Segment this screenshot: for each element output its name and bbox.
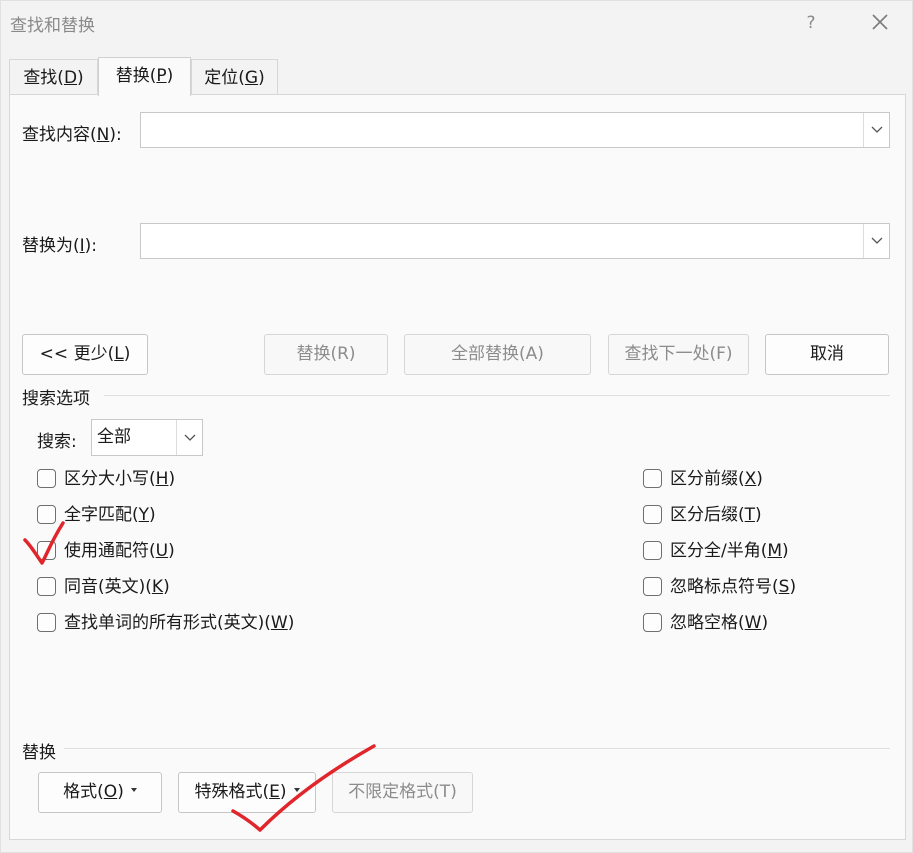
sounds-like-label: 同音(英文)(K) — [64, 577, 170, 597]
tab-goto[interactable]: 定位(G) — [191, 59, 278, 95]
tab-find-suffix: ) — [77, 68, 84, 88]
match-case-label: 区分大小写(H) — [64, 469, 176, 489]
replace-with-combobox[interactable] — [140, 223, 890, 259]
find-replace-dialog: 查找和替换 ? 查找(D) 替换(P) 定位(G) 查找内容(N): 替换为(I… — [0, 0, 913, 853]
replace-with-label-text: 替换为( — [22, 236, 80, 256]
replace-with-label-suffix: ): — [84, 236, 98, 256]
tab-find-label: 查找( — [23, 68, 64, 88]
replace-with-label: 替换为(I): — [22, 231, 97, 256]
match-suffix-label: 区分后缀(T) — [670, 505, 762, 525]
checkbox-box[interactable] — [643, 505, 662, 524]
find-what-label: 查找内容(N): — [22, 120, 122, 145]
special-format-button-suffix: ) — [279, 782, 287, 802]
search-options-divider — [104, 395, 890, 396]
checkbox-box[interactable] — [37, 469, 56, 488]
match-width-label: 区分全/半角(M) — [670, 541, 789, 561]
tab-find[interactable]: 查找(D) — [9, 59, 98, 95]
find-what-combobox[interactable] — [140, 112, 890, 148]
tab-goto-label: 定位( — [204, 68, 245, 88]
replace-all-button[interactable]: 全部替换(A) — [404, 334, 591, 375]
checkbox-box[interactable] — [37, 505, 56, 524]
find-what-dropdown-button[interactable] — [863, 113, 889, 147]
tab-find-mnemonic: D — [63, 68, 78, 88]
chevron-down-icon — [871, 237, 883, 244]
close-icon — [872, 14, 888, 30]
replace-button[interactable]: 替换(R) — [264, 334, 388, 375]
replace-with-dropdown-button[interactable] — [863, 224, 889, 258]
use-wildcards-label: 使用通配符(U) — [64, 541, 175, 561]
tab-replace[interactable]: 替换(P) — [98, 57, 191, 96]
tab-goto-suffix: ) — [258, 68, 265, 88]
chevron-down-icon — [184, 434, 196, 441]
close-button[interactable] — [863, 7, 897, 37]
replace-section-divider — [64, 748, 890, 749]
whole-word-label: 全字匹配(Y) — [64, 505, 156, 525]
tab-replace-suffix: ) — [166, 66, 174, 86]
dropdown-caret-icon — [293, 788, 300, 792]
format-button-mnemonic: O — [103, 782, 118, 802]
find-what-label-text: 查找内容( — [22, 125, 97, 145]
help-button[interactable]: ? — [797, 9, 825, 37]
less-button[interactable]: << 更少(L) — [22, 334, 148, 375]
special-format-button-label: 特殊格式( — [194, 782, 270, 802]
ignore-whitespace-label: 忽略空格(W) — [670, 613, 769, 633]
ignore-punctuation-label: 忽略标点符号(S) — [670, 577, 797, 597]
search-direction-dropdown-button[interactable] — [176, 420, 202, 455]
tab-strip: 查找(D) 替换(P) 定位(G) — [1, 57, 913, 96]
all-word-forms-label: 查找单词的所有形式(英文)(W) — [64, 613, 295, 633]
find-next-button[interactable]: 查找下一处(F) — [608, 334, 749, 375]
checkbox-box[interactable] — [643, 469, 662, 488]
dialog-title: 查找和替换 — [10, 16, 95, 36]
search-direction-label: 搜索: — [37, 432, 77, 452]
search-direction-value: 全部 — [97, 427, 131, 447]
title-bar: 查找和替换 ? — [1, 1, 913, 45]
cancel-button[interactable]: 取消 — [765, 334, 889, 375]
find-what-label-suffix: ): — [109, 125, 122, 145]
chevron-down-icon — [871, 126, 883, 133]
checkbox-box[interactable] — [37, 577, 56, 596]
less-button-mnemonic: L — [114, 344, 124, 364]
checkbox-box[interactable] — [643, 613, 662, 632]
checkbox-box[interactable] — [643, 577, 662, 596]
dropdown-caret-icon — [130, 788, 137, 792]
less-button-label: << 更少( — [39, 344, 115, 364]
checkbox-box[interactable] — [37, 613, 56, 632]
tab-goto-mnemonic: G — [244, 68, 259, 88]
special-format-button[interactable]: 特殊格式(E) — [178, 772, 316, 813]
less-button-suffix: ) — [123, 344, 131, 364]
checkbox-box[interactable] — [643, 541, 662, 560]
special-format-button-mnemonic: E — [269, 782, 280, 802]
no-formatting-button[interactable]: 不限定格式(T) — [332, 772, 473, 813]
match-prefix-label: 区分前缀(X) — [670, 469, 763, 489]
tab-replace-label: 替换( — [115, 66, 157, 86]
tab-replace-mnemonic: P — [156, 66, 167, 86]
search-options-title: 搜索选项 — [22, 389, 90, 409]
format-button-label: 格式( — [63, 782, 104, 802]
checkbox-box[interactable] — [37, 541, 56, 560]
replace-section-title: 替换 — [22, 743, 56, 763]
format-button[interactable]: 格式(O) — [38, 772, 162, 813]
format-button-suffix: ) — [117, 782, 124, 802]
find-what-mnemonic: N — [96, 125, 110, 145]
search-direction-select[interactable]: 全部 — [91, 419, 203, 456]
